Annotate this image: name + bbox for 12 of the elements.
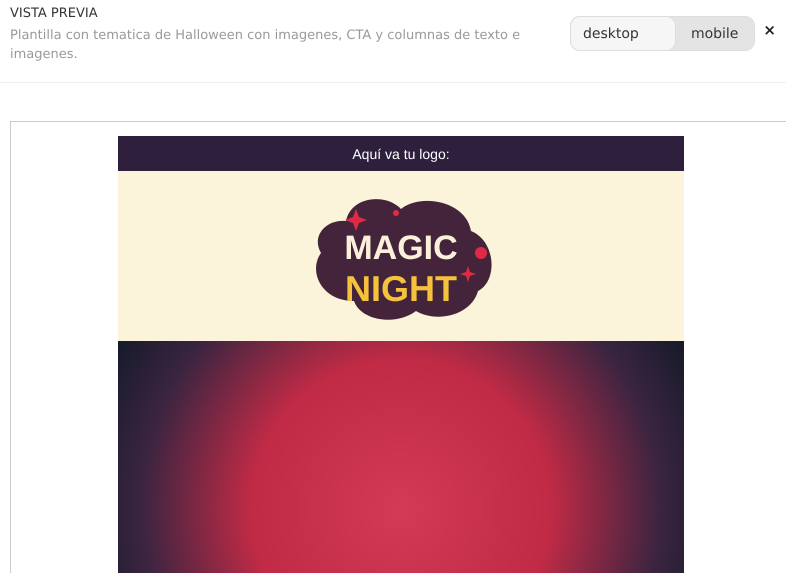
view-mode-tab[interactable]: mobile — [674, 17, 754, 50]
sparkle-icon — [345, 209, 367, 231]
logo-text-night: NIGHT — [345, 268, 457, 309]
view-mode-tab[interactable]: desktop — [570, 16, 676, 51]
close-button[interactable]: × — [763, 23, 776, 38]
template-description: Plantilla con tematica de Halloween con imagenes, CTA y columnas de texto e imagenes. — [10, 27, 522, 64]
dot-icon — [475, 247, 487, 259]
sparkle-icon — [460, 266, 476, 282]
dot-icon — [393, 210, 399, 216]
preview-title: VISTA PREVIA — [10, 6, 99, 21]
logo-text-magic: MAGIC — [344, 229, 458, 267]
logo-bar-text: Aquí va tu logo: — [118, 136, 684, 171]
